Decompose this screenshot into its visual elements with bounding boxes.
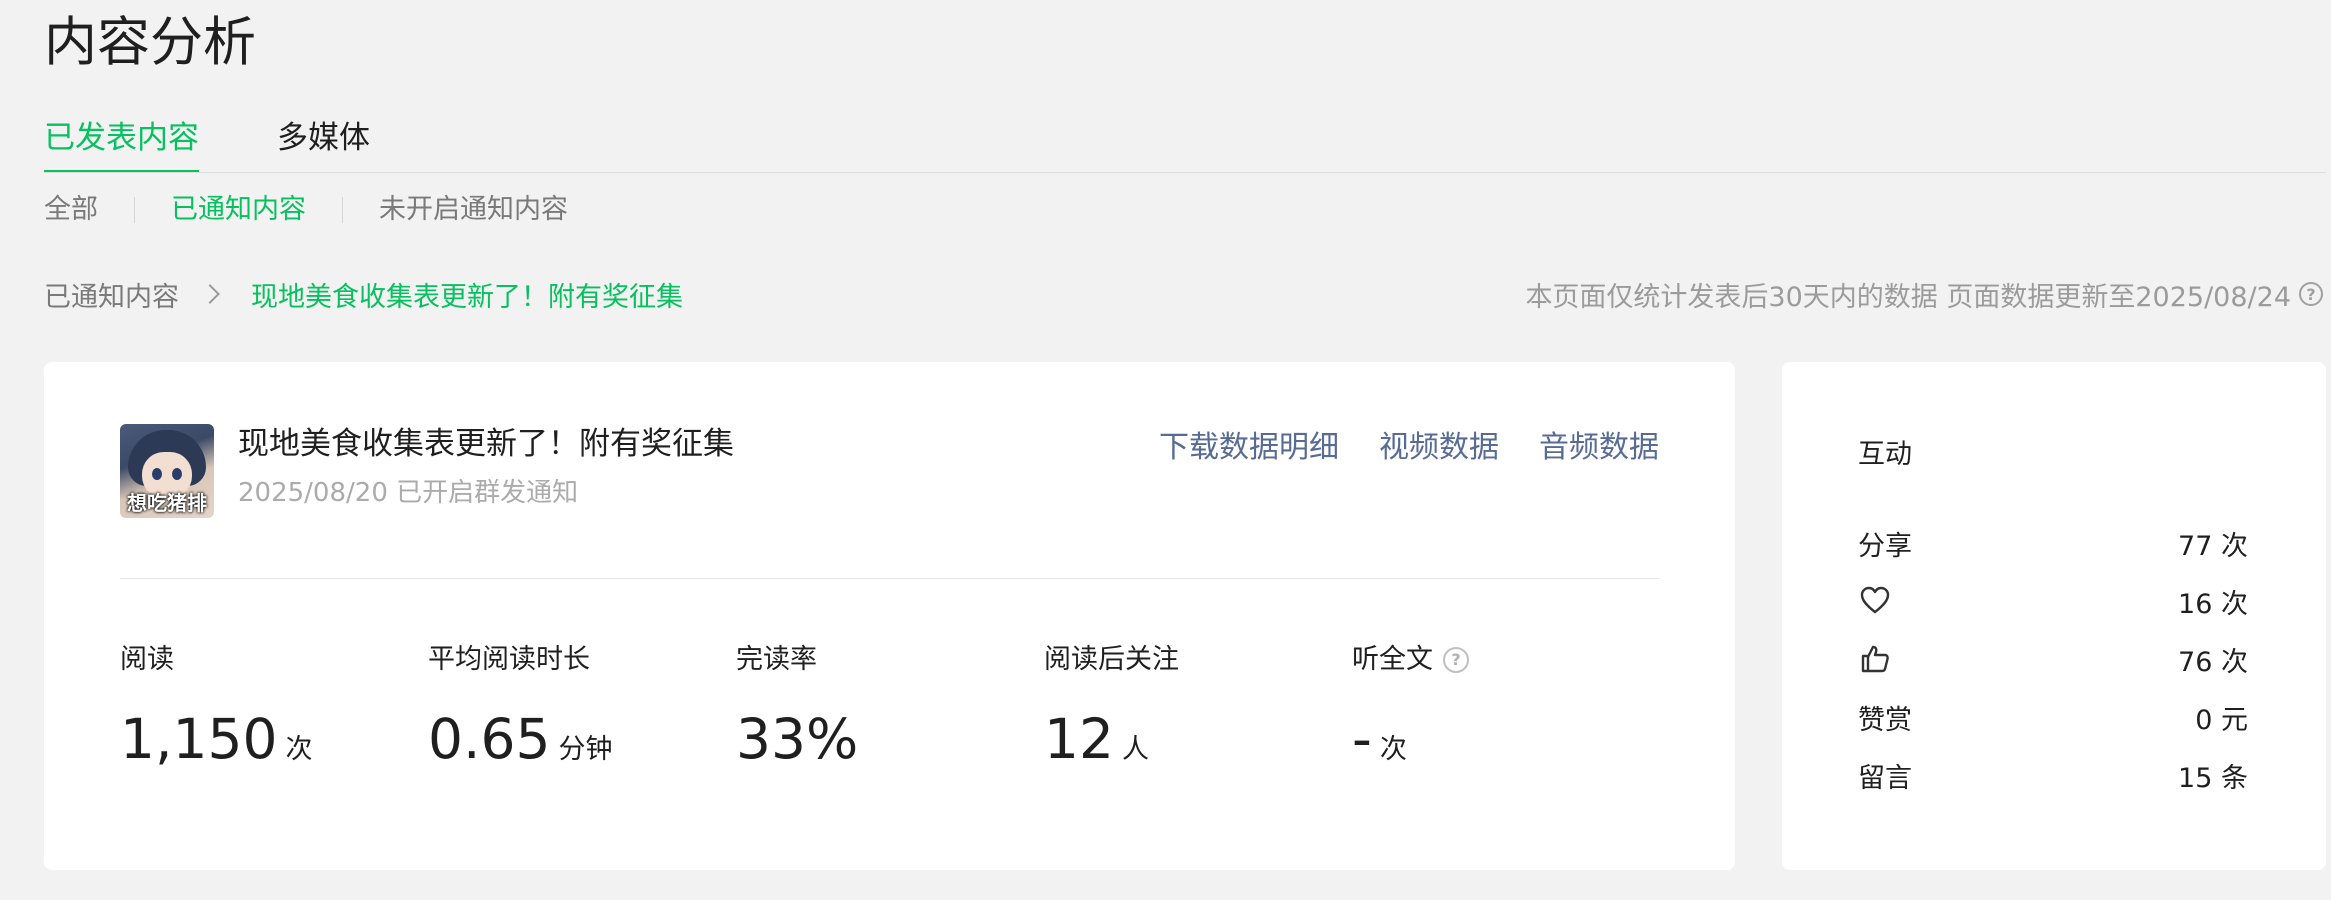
interaction-row-share: 分享 77 次 — [1858, 514, 2248, 572]
data-range-note-text: 本页面仅统计发表后30天内的数据 页面数据更新至2025/08/24 — [1525, 281, 2291, 313]
help-icon[interactable]: ? — [2299, 282, 2323, 306]
tabs-divider — [44, 172, 2326, 173]
metric-value: 0.65 — [428, 707, 551, 771]
metric-unit: 人 — [1122, 734, 1149, 765]
subtab-unnotified-content[interactable]: 未开启通知内容 — [379, 188, 568, 232]
interaction-row-reward: 赞赏 0 元 — [1858, 688, 2248, 746]
breadcrumb-parent-link[interactable]: 已通知内容 — [44, 275, 179, 314]
metric-completion-rate: 完读率 33% — [736, 640, 1044, 772]
metric-label: 听全文 — [1352, 644, 1433, 675]
download-data-details-link[interactable]: 下载数据明细 — [1159, 422, 1339, 466]
interaction-row-favorite: 16 次 — [1858, 572, 2248, 630]
interaction-value: 16 次 — [2178, 588, 2248, 620]
content-analysis-page: 内容分析 已发表内容 多媒体 全部 已通知内容 未开启通知内容 已通知内容 现地… — [0, 0, 2331, 900]
data-range-note: 本页面仅统计发表后30天内的数据 页面数据更新至2025/08/24 ? — [1525, 270, 2323, 318]
interaction-card: 互动 分享 77 次 16 次 76 次 赞赏 0 元 留言 15 条 — [1782, 362, 2326, 870]
sub-tabs: 全部 已通知内容 未开启通知内容 — [44, 188, 568, 232]
metric-label: 完读率 — [736, 644, 817, 675]
interaction-value: 15 条 — [2178, 762, 2248, 794]
metric-value-row: - 次 — [1352, 706, 1660, 772]
interaction-label: 留言 — [1858, 762, 1912, 794]
article-publish-info: 2025/08/20 已开启群发通知 — [238, 478, 579, 508]
article-stats-card: 想吃猪排 现地美食收集表更新了！附有奖征集 2025/08/20 已开启群发通知… — [44, 362, 1735, 870]
main-tabs: 已发表内容 多媒体 — [44, 112, 448, 174]
metric-value-row: 0.65 分钟 — [428, 706, 736, 772]
help-icon[interactable]: ? — [1443, 647, 1469, 673]
tab-multimedia[interactable]: 多媒体 — [277, 112, 370, 174]
metric-value: 1,150 — [120, 707, 278, 771]
subtab-divider — [342, 197, 343, 223]
thumbnail-eye — [172, 468, 182, 480]
audio-data-link[interactable]: 音频数据 — [1539, 422, 1659, 466]
interaction-label: 赞赏 — [1858, 704, 1912, 736]
tab-published-content[interactable]: 已发表内容 — [44, 112, 199, 174]
interaction-value: 0 元 — [2195, 704, 2248, 736]
breadcrumb: 已通知内容 现地美食收集表更新了！附有奖征集 — [44, 270, 683, 318]
interaction-value: 77 次 — [2178, 530, 2248, 562]
metric-value-row: 33% — [736, 706, 1044, 772]
metric-label: 阅读 — [120, 644, 174, 675]
metric-value: 12 — [1044, 707, 1114, 771]
metric-follows-after-read: 阅读后关注 12 人 — [1044, 640, 1352, 772]
subtab-divider — [134, 197, 135, 223]
card-divider — [120, 578, 1659, 579]
thumbnail-eye — [152, 468, 162, 480]
heart-icon — [1858, 584, 1892, 618]
metric-unit: 次 — [285, 734, 313, 765]
page-title: 内容分析 — [44, 12, 256, 73]
video-data-link[interactable]: 视频数据 — [1379, 422, 1499, 466]
metric-label: 阅读后关注 — [1044, 644, 1179, 675]
subtab-notified-content[interactable]: 已通知内容 — [171, 188, 306, 232]
article-title: 现地美食收集表更新了！附有奖征集 — [238, 426, 734, 462]
metric-value: - — [1352, 707, 1372, 771]
metrics-row: 阅读 1,150 次 平均阅读时长 0.65 分钟 完读率 33% 阅读后关注 … — [120, 640, 1660, 772]
metric-reads: 阅读 1,150 次 — [120, 640, 428, 772]
interaction-label: 分享 — [1858, 530, 1912, 562]
article-actions: 下载数据明细 视频数据 音频数据 — [1119, 422, 1659, 466]
metric-label: 平均阅读时长 — [428, 644, 590, 675]
interaction-row-comments: 留言 15 条 — [1858, 746, 2248, 804]
metric-value-row: 1,150 次 — [120, 706, 428, 772]
metric-value: 33% — [736, 707, 859, 771]
metric-value-row: 12 人 — [1044, 706, 1352, 772]
metric-listen-full-text: 听全文 ? - 次 — [1352, 640, 1660, 772]
article-thumbnail: 想吃猪排 — [120, 424, 214, 518]
interaction-list: 分享 77 次 16 次 76 次 赞赏 0 元 留言 15 条 — [1858, 514, 2248, 804]
breadcrumb-current: 现地美食收集表更新了！附有奖征集 — [251, 281, 683, 313]
interaction-value: 76 次 — [2178, 646, 2248, 678]
metric-avg-read-time: 平均阅读时长 0.65 分钟 — [428, 640, 736, 772]
interaction-title: 互动 — [1858, 439, 1912, 470]
thumbs-up-icon — [1858, 642, 1892, 676]
metric-label-row: 听全文 ? — [1352, 640, 1660, 680]
metric-unit: 分钟 — [558, 734, 613, 765]
chevron-right-icon — [200, 284, 220, 304]
subtab-all[interactable]: 全部 — [44, 188, 98, 232]
thumbnail-caption: 想吃猪排 — [127, 491, 207, 515]
metric-unit: 次 — [1379, 734, 1407, 765]
interaction-row-like: 76 次 — [1858, 630, 2248, 688]
